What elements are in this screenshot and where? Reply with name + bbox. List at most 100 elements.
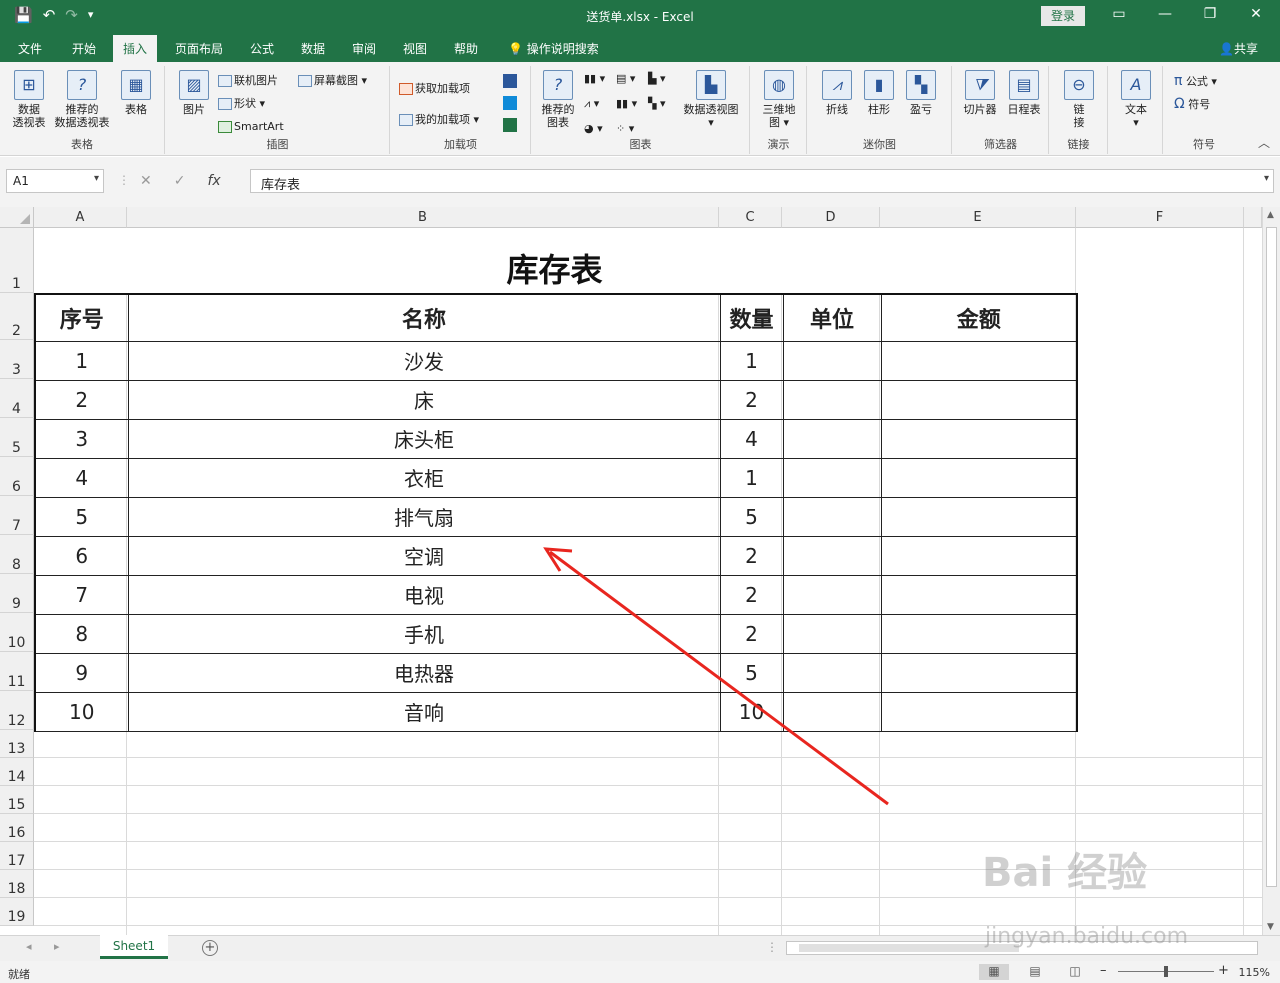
formula-input[interactable]: 库存表 ▾ xyxy=(250,169,1274,193)
name-box[interactable]: A1 ▾ xyxy=(6,169,104,193)
share-button[interactable]: 👤共享 xyxy=(1219,40,1258,57)
tab-split-handle[interactable]: ⋮ xyxy=(766,940,778,954)
login-button[interactable]: 登录 xyxy=(1041,6,1085,26)
column-chart-icon[interactable]: ▮▮ ▾ xyxy=(584,72,605,86)
pivot-chart-label: 数据透视图 xyxy=(683,103,739,116)
pie-chart-icon[interactable]: ◕ ▾ xyxy=(584,122,603,136)
close-icon[interactable]: ✕ xyxy=(1246,6,1266,22)
group-links: ⊖ 链 接 链接 xyxy=(1050,66,1108,154)
tell-me-search[interactable]: 💡 操作说明搜索 xyxy=(508,40,599,57)
table-button[interactable]: ▦ 表格 xyxy=(118,70,154,116)
vertical-scrollbar[interactable]: ▲ ▼ xyxy=(1262,207,1280,935)
screenshot-label: 屏幕截图 xyxy=(314,74,358,87)
annotation-arrow xyxy=(543,547,889,806)
sparkline-line-label: 折线 xyxy=(826,103,848,116)
combo-chart-icon[interactable]: ▚ ▾ xyxy=(648,97,665,111)
normal-view-icon[interactable]: ▦ xyxy=(979,964,1009,980)
smartart-icon xyxy=(218,121,232,133)
tab-view[interactable]: 视图 xyxy=(403,40,427,57)
pivot-table-button[interactable]: ⊞ 数据 透视表 xyxy=(8,70,50,129)
shapes-button[interactable]: 形状 ▾ xyxy=(218,97,265,111)
group-addins: 获取加载项 我的加载项 ▾ 加载项 xyxy=(391,66,531,154)
group-label-symbols: 符号 xyxy=(1193,138,1215,151)
tab-help[interactable]: 帮助 xyxy=(454,40,478,57)
visio-icon[interactable] xyxy=(503,74,517,88)
shapes-label: 形状 xyxy=(234,97,256,110)
sheet-next-icon[interactable]: ▸ xyxy=(54,940,60,953)
page-break-view-icon[interactable]: ◫ xyxy=(1060,964,1090,980)
hierarchy-chart-icon[interactable]: ▤ ▾ xyxy=(616,72,635,86)
online-pictures-button[interactable]: 联机图片 xyxy=(218,74,278,88)
waterfall-chart-icon[interactable]: ▙ ▾ xyxy=(648,72,665,86)
3d-map-button[interactable]: ◍ 三维地 图 ▾ xyxy=(759,70,799,129)
tab-file[interactable]: 文件 xyxy=(18,40,42,57)
insert-function-icon[interactable]: fx xyxy=(207,173,220,189)
recommended-pivot-label: 推荐的 数据透视表 xyxy=(54,103,110,129)
zoom-in-icon[interactable]: + xyxy=(1218,963,1229,978)
slicer-button[interactable]: ⧩ 切片器 xyxy=(959,70,1001,116)
collapse-ribbon-icon[interactable]: ︿ xyxy=(1258,134,1270,151)
scroll-up-icon[interactable]: ▲ xyxy=(1267,210,1274,220)
group-label-tables: 表格 xyxy=(71,138,93,151)
expand-formula-icon[interactable]: ▾ xyxy=(1264,173,1269,184)
smartart-button[interactable]: SmartArt xyxy=(218,120,284,134)
zoom-level[interactable]: 115% xyxy=(1239,966,1270,979)
enter-icon[interactable]: ✓ xyxy=(174,173,186,189)
person-icon: 👤 xyxy=(1219,42,1234,56)
tab-insert[interactable]: 插入 xyxy=(113,35,158,62)
people-graph-icon[interactable] xyxy=(503,118,517,132)
equation-button[interactable]: π 公式 ▾ xyxy=(1174,74,1217,89)
scatter-chart-icon[interactable]: ⁘ ▾ xyxy=(616,122,634,136)
tab-home[interactable]: 开始 xyxy=(72,40,96,57)
group-label-sparklines: 迷你图 xyxy=(863,138,896,151)
shapes-icon xyxy=(218,98,232,110)
recommended-pivot-icon: ? xyxy=(67,70,97,100)
zoom-slider-knob[interactable] xyxy=(1164,966,1168,977)
add-sheet-icon[interactable]: + xyxy=(202,940,218,956)
picture-button[interactable]: ▨ 图片 xyxy=(176,70,212,116)
watermark-url: jingyan.baidu.com xyxy=(985,924,1189,949)
sparkline-winloss-button[interactable]: ▚ 盈亏 xyxy=(902,70,940,116)
separator-dots: ⋮ xyxy=(118,173,130,187)
chevron-down-icon[interactable]: ▾ xyxy=(94,173,99,184)
link-button[interactable]: ⊖ 链 接 xyxy=(1060,70,1098,129)
line-chart-icon[interactable]: ⩘ ▾ xyxy=(584,97,599,111)
tab-page-layout[interactable]: 页面布局 xyxy=(175,40,223,57)
my-addins-label: 我的加载项 xyxy=(415,113,470,126)
symbol-button[interactable]: Ω 符号 xyxy=(1174,97,1210,112)
minimize-icon[interactable]: — xyxy=(1155,6,1175,22)
tab-data[interactable]: 数据 xyxy=(301,40,325,57)
formula-controls: ✕ ✓ fx xyxy=(140,173,221,189)
sheet-tab-sheet1[interactable]: Sheet1 xyxy=(100,935,168,959)
bing-icon[interactable] xyxy=(503,96,517,110)
recommended-pivot-button[interactable]: ? 推荐的 数据透视表 xyxy=(50,70,114,129)
get-addins-button[interactable]: 获取加载项 xyxy=(399,82,470,96)
group-symbols: π 公式 ▾ Ω 符号 符号 xyxy=(1164,66,1244,154)
restore-icon[interactable]: ❐ xyxy=(1200,6,1220,22)
status-ready: 就绪 xyxy=(8,968,30,981)
group-label-tours: 演示 xyxy=(767,138,790,151)
timeline-button[interactable]: ▤ 日程表 xyxy=(1003,70,1045,116)
text-button[interactable]: A 文本 ▾ xyxy=(1117,70,1155,129)
group-label-addins: 加载项 xyxy=(444,138,477,151)
screenshot-button[interactable]: 屏幕截图 ▾ xyxy=(298,74,367,88)
my-addins-button[interactable]: 我的加载项 ▾ xyxy=(399,113,479,127)
get-addins-label: 获取加载项 xyxy=(415,82,470,95)
tab-formulas[interactable]: 公式 xyxy=(250,40,274,57)
timeline-label: 日程表 xyxy=(1007,103,1041,116)
sparkline-column-button[interactable]: ▮ 柱形 xyxy=(860,70,898,116)
page-layout-view-icon[interactable]: ▤ xyxy=(1020,964,1050,980)
worksheet-grid[interactable]: A B C D E F 1 2 3 4 5 6 7 8 9 10 11 12 1… xyxy=(0,207,1262,935)
sparkline-line-button[interactable]: ⩘ 折线 xyxy=(818,70,856,116)
scroll-thumb[interactable] xyxy=(1266,227,1277,887)
pivot-chart-button[interactable]: ▙ 数据透视图 ▾ xyxy=(680,70,742,129)
stat-chart-icon[interactable]: ▮▮ ▾ xyxy=(616,97,637,111)
tab-review[interactable]: 审阅 xyxy=(352,40,376,57)
group-label-charts: 图表 xyxy=(629,138,652,151)
cancel-icon[interactable]: ✕ xyxy=(140,173,152,189)
recommended-charts-button[interactable]: ? 推荐的 图表 xyxy=(536,70,580,129)
sheet-prev-icon[interactable]: ◂ xyxy=(26,940,32,953)
zoom-out-icon[interactable]: – xyxy=(1100,963,1107,978)
scroll-down-icon[interactable]: ▼ xyxy=(1267,922,1274,932)
ribbon-display-icon[interactable]: ▭ xyxy=(1109,6,1129,22)
